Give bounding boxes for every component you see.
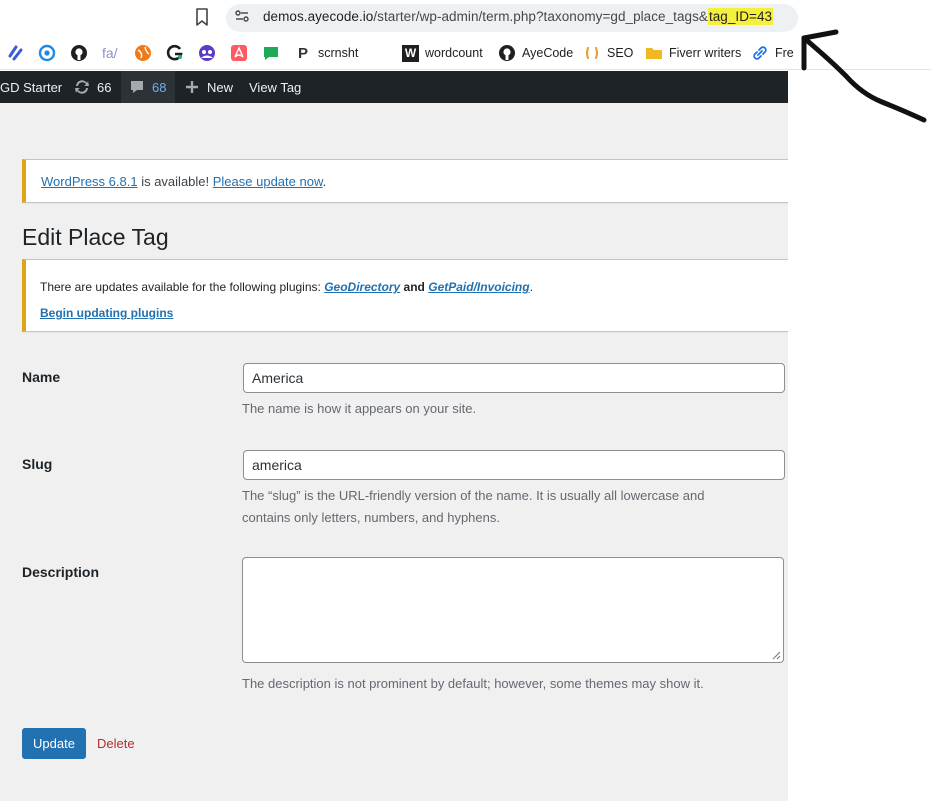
bookmark-item[interactable] [134,43,152,63]
orange-globe-icon [135,45,151,61]
bookmark-label: wordcount [425,46,483,60]
bookmark-item[interactable] [166,43,184,63]
slug-description-line2: contains only letters, numbers, and hyph… [242,510,500,525]
bookmark-label: scrnsht [318,46,359,60]
group-icon [199,45,215,61]
view-tag-link[interactable]: View Tag [249,71,301,103]
bookmark-item[interactable]: P scrnsht [294,43,358,63]
comments-count: 68 [152,79,167,95]
resize-grip-icon[interactable] [772,651,781,660]
plugin-link-geodirectory[interactable]: GeoDirectory [324,280,400,294]
p-letter-icon: P [297,44,308,62]
notice-text: There are updates available for the foll… [40,280,325,294]
url-path: /starter/wp-admin/term.php?taxonomy=gd_p… [373,9,708,24]
name-description: The name is how it appears on your site. [242,401,477,416]
slug-label: Slug [22,456,53,472]
wp-content-area: WordPress 6.8.1 is available! Please upd… [0,103,792,801]
github-icon [71,45,87,61]
bookmark-item[interactable]: AyeCode [498,43,573,63]
begin-updating-plugins-row: Begin updating plugins [40,306,173,320]
slug-input[interactable]: america [243,450,785,480]
fontawesome-icon: fa/ [102,45,118,61]
begin-updating-plugins-link[interactable]: Begin updating plugins [40,306,173,320]
wp-update-notice: WordPress 6.8.1 is available! Please upd… [22,159,792,203]
bookmark-item[interactable]: W wordcount [402,43,483,63]
stripe-bolt-icon [8,45,23,61]
bookmark-item[interactable] [38,43,56,63]
folder-icon [646,48,662,59]
site-name-menu[interactable]: GD Starter [0,71,62,103]
bookmark-item[interactable] [70,43,88,63]
updates-menu[interactable]: 66 [72,71,111,103]
page-title: Edit Place Tag [22,224,169,250]
new-content-menu[interactable]: New [184,71,233,103]
github-icon [499,45,515,61]
updates-icon [75,80,89,94]
url-highlighted-param: tag_ID=43 [707,8,774,25]
wp-update-text: WordPress 6.8.1 is available! Please upd… [41,174,326,189]
chat-bubble-icon [264,47,278,60]
description-label: Description [22,564,100,580]
notice-text: is available! [137,174,213,189]
wp-version-link[interactable]: WordPress 6.8.1 [41,174,138,189]
bookmark-item[interactable] [7,43,25,63]
w-letter-icon: W [402,44,419,62]
name-label: Name [22,369,61,385]
update-button[interactable]: Update [22,728,86,759]
url-text[interactable]: demos.ayecode.io/starter/wp-admin/term.p… [263,8,774,25]
bookmark-icon[interactable] [194,7,210,27]
airbnb-icon [231,45,247,61]
updates-count: 66 [97,79,112,95]
new-label: New [207,79,234,95]
plugin-updates-text: There are updates available for the foll… [40,280,533,294]
update-now-link[interactable]: Please update now [213,174,323,189]
name-input[interactable]: America [243,363,785,393]
description-help: The description is not prominent by defa… [242,676,704,691]
bookmark-label: AyeCode [522,46,574,60]
bookmark-item[interactable]: Fre [751,43,794,63]
wp-admin-bar: GD Starter 66 68 New View Tag [0,71,788,103]
plugin-link-getpaid[interactable]: GetPaid/Invoicing [428,280,529,294]
bookmark-item[interactable] [230,43,248,63]
bookmark-label: SEO [607,46,634,60]
bookmark-item[interactable]: fa/ [102,43,118,63]
annotation-arrow-icon [801,29,927,123]
circle-sync-icon [38,44,56,62]
plus-icon [186,81,198,93]
view-tag-label: View Tag [249,79,302,95]
g-logo-icon [166,44,183,61]
bookmark-label: Fiverr writers [669,46,742,60]
bookmark-item[interactable]: SEO [583,43,633,63]
bookmark-item[interactable]: Fiverr writers [645,43,741,63]
notice-text-end: . [322,174,327,189]
notice-text: and [400,280,429,294]
notice-text-end: . [529,280,533,294]
seo-icon [585,46,599,60]
comments-menu[interactable]: 68 [121,71,175,103]
delete-link[interactable]: Delete [97,736,135,751]
bookmark-item[interactable] [262,43,280,63]
site-name: GD Starter [0,79,63,95]
slug-description-line1: The “slug” is the URL-friendly version o… [242,488,705,503]
site-settings-icon[interactable] [234,8,250,24]
bookmark-item[interactable] [198,43,216,63]
comment-icon [131,81,143,93]
plugin-updates-notice: There are updates available for the foll… [22,259,792,332]
description-textarea[interactable] [242,557,784,663]
url-host: demos.ayecode.io [263,9,374,24]
page-right-whitespace [788,71,931,801]
link-icon [753,46,767,60]
